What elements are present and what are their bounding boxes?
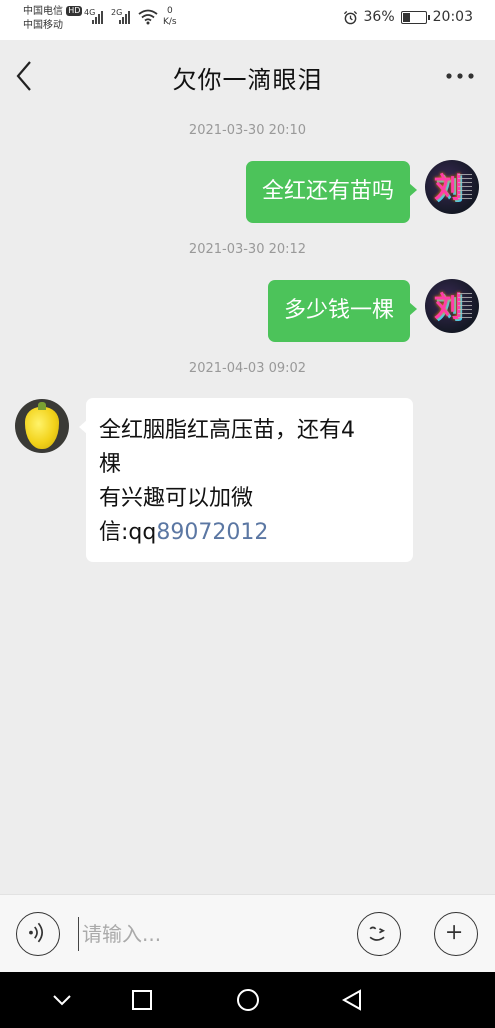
input-bar: [0, 894, 495, 972]
net-speed-unit: K/s: [163, 17, 177, 27]
message-bubble-outgoing[interactable]: 全红还有苗吗: [245, 161, 418, 223]
message-text: 信:qq: [99, 520, 157, 545]
hd-badge: HD: [66, 6, 83, 16]
avatar[interactable]: 刘: [425, 160, 479, 214]
system-nav-bar: [0, 972, 495, 1028]
more-dots-icon[interactable]: [445, 70, 475, 82]
net-speed: 0 K/s: [163, 6, 177, 28]
wifi-icon: [138, 9, 158, 25]
message-line: 有兴趣可以加微: [99, 486, 254, 511]
signal-icon-2: [119, 10, 130, 24]
message-timestamp: 2021-03-30 20:10: [188, 123, 307, 138]
emoji-icon: [369, 926, 386, 941]
recent-apps-icon[interactable]: [130, 988, 154, 1012]
voice-icon: [29, 922, 43, 943]
phone-number-link[interactable]: 89072012: [156, 520, 268, 545]
voice-button[interactable]: [16, 912, 60, 956]
plus-icon: [447, 925, 462, 940]
battery-percent: 36%: [363, 9, 395, 25]
clock-time: 20:03: [432, 9, 473, 25]
avatar[interactable]: [15, 399, 69, 453]
chat-header: 欠你一滴眼泪: [0, 40, 495, 112]
signal-icon: [92, 10, 103, 24]
status-bar: 中国电信 HD 中国移动 4G 2G 0 K/s 36% 20:03: [0, 0, 495, 40]
chat-area[interactable]: 2021-03-30 20:10 全红还有苗吗 刘 2021-03-30 20:…: [0, 112, 495, 894]
message-timestamp: 2021-03-30 20:12: [188, 242, 307, 257]
message-timestamp: 2021-04-03 09:02: [188, 361, 307, 376]
message-line: 全红胭脂红高压苗，还有4: [99, 418, 355, 443]
nav-down-icon[interactable]: [50, 988, 74, 1012]
message-line: 信:qq89072012: [99, 516, 401, 550]
message-bubble-incoming[interactable]: 全红胭脂红高压苗，还有4 棵 有兴趣可以加微 信:qq89072012: [79, 398, 413, 562]
net-speed-value: 0: [166, 6, 173, 16]
home-icon[interactable]: [236, 988, 260, 1012]
message-input[interactable]: [78, 917, 338, 951]
avatar[interactable]: 刘: [425, 279, 479, 333]
carrier-2: 中国移动: [23, 20, 63, 31]
carrier-1: 中国电信: [23, 6, 63, 17]
plus-button[interactable]: [434, 912, 478, 956]
emoji-button[interactable]: [357, 912, 401, 956]
message-bubble-outgoing[interactable]: 多少钱一棵: [267, 280, 418, 342]
status-right: 36% 20:03: [343, 9, 473, 25]
battery-icon: [400, 10, 430, 24]
carrier-info: 中国电信 HD 中国移动: [23, 5, 83, 33]
alarm-icon: [343, 10, 357, 24]
message-line: 棵: [99, 452, 122, 477]
page-title: 欠你一滴眼泪: [172, 66, 323, 94]
back-triangle-icon[interactable]: [340, 988, 364, 1012]
